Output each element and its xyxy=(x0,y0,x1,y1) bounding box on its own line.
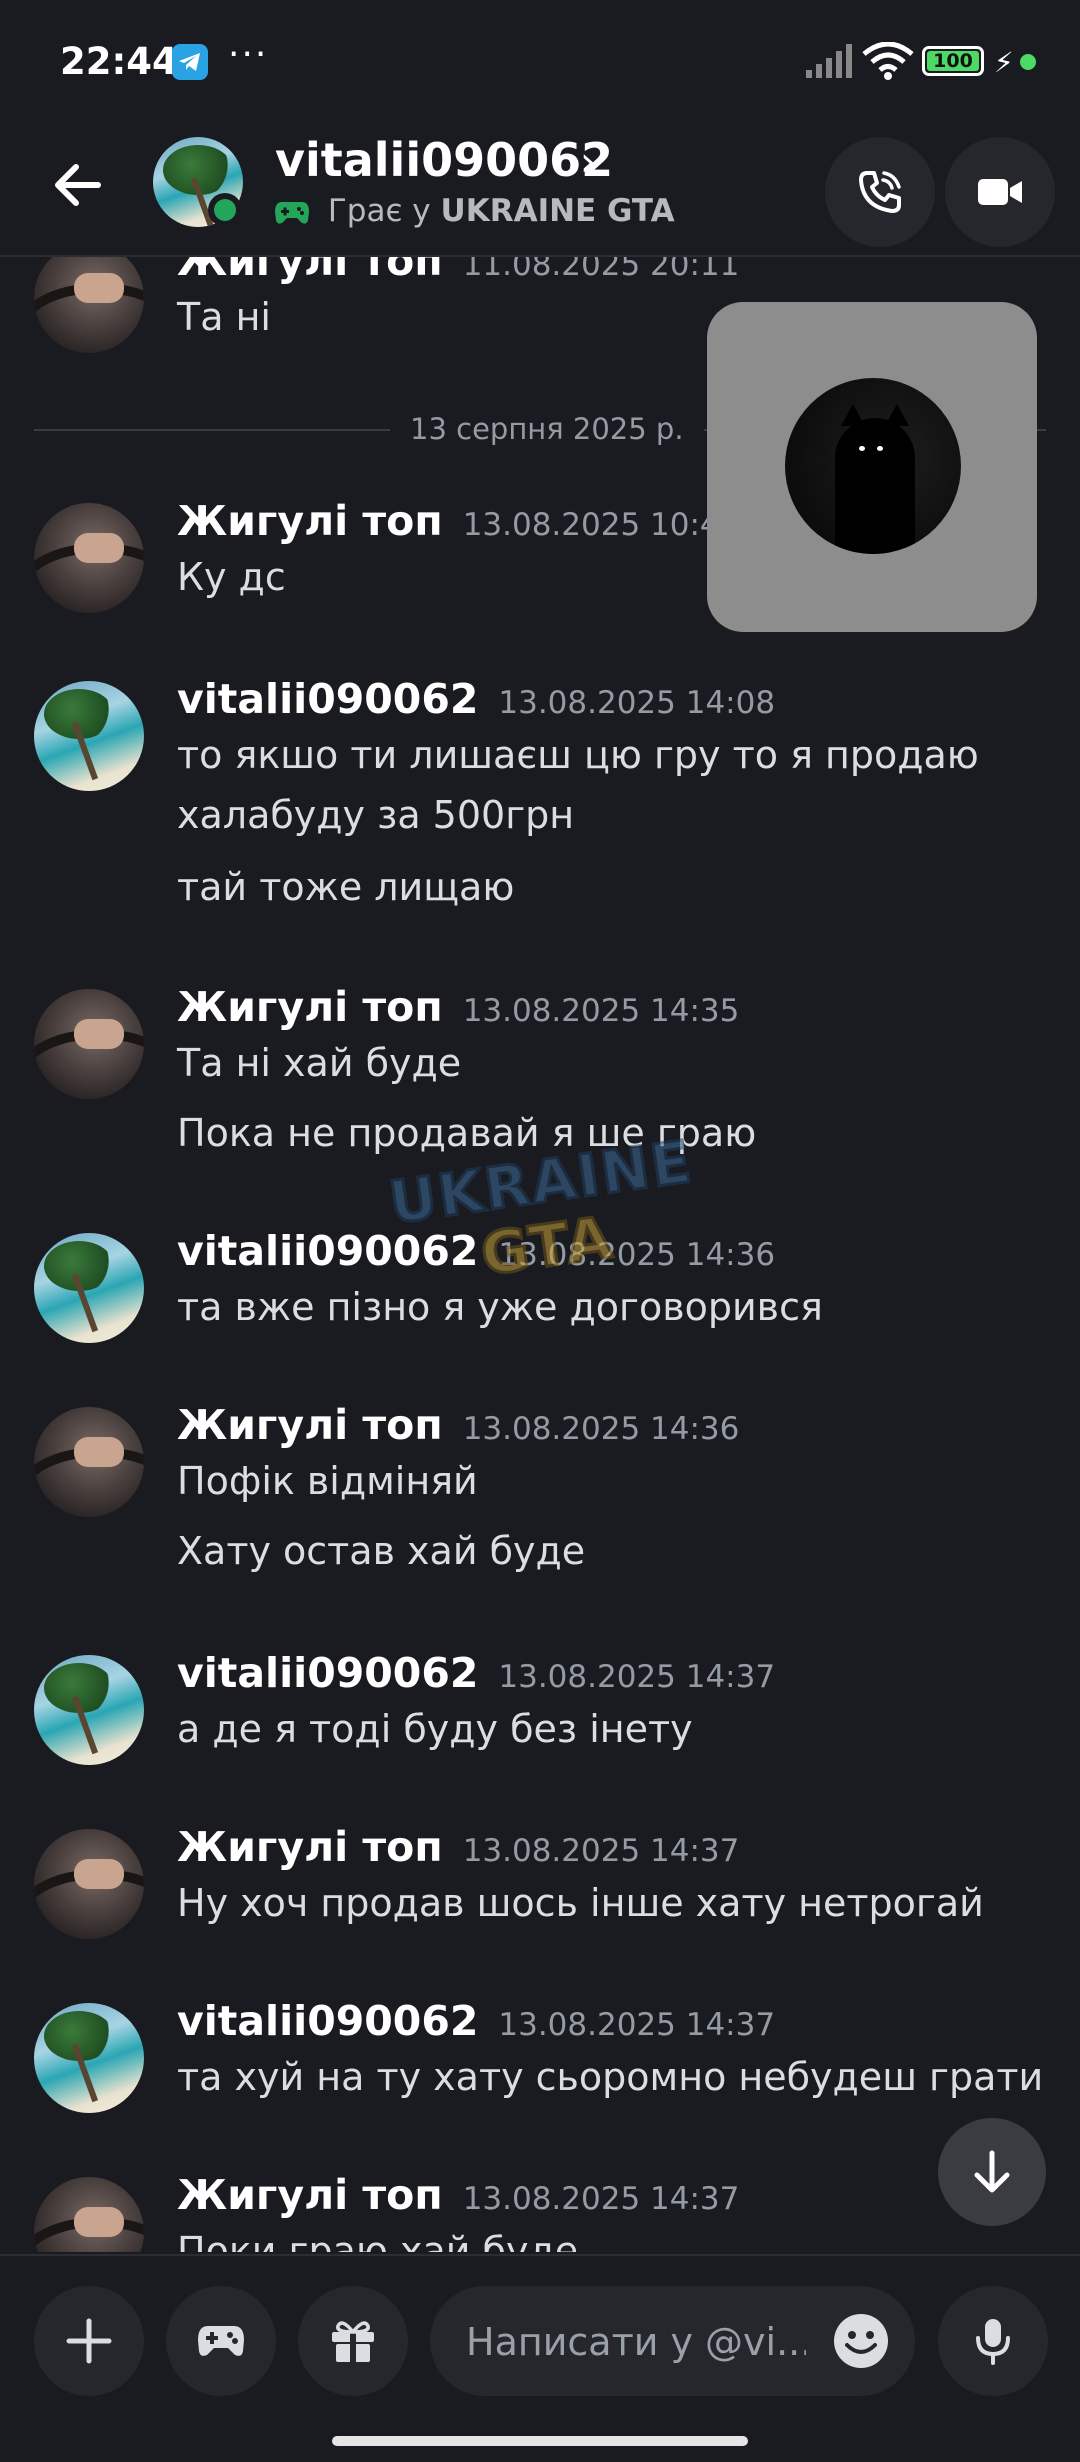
signal-icon xyxy=(806,44,852,78)
message-text[interactable]: Ну хоч продав шось інше хату нетрогай xyxy=(177,1881,984,1925)
message-avatar[interactable] xyxy=(34,2177,144,2252)
activity-game: UKRAINE GTA xyxy=(440,193,675,229)
author-name[interactable]: Жигулі топ xyxy=(177,2171,443,2219)
message-author[interactable]: vitalii090062 13.08.2025 14:37 xyxy=(177,1997,775,2045)
message-timestamp: 13.08.2025 14:37 xyxy=(462,2181,740,2217)
overlay-avatar xyxy=(785,378,961,554)
chevron-right-icon[interactable]: › xyxy=(580,139,596,185)
message-avatar[interactable] xyxy=(34,1829,144,1939)
gamepad-icon xyxy=(275,201,309,224)
phone-call-icon xyxy=(859,171,901,213)
gamepad-icon xyxy=(198,2326,244,2356)
video-call-button[interactable] xyxy=(945,137,1055,247)
author-name[interactable]: Жигулі топ xyxy=(177,983,443,1031)
message-avatar[interactable] xyxy=(34,2003,144,2113)
message-author[interactable]: Жигулі топ 13.08.2025 14:37 xyxy=(177,2171,739,2219)
header-username[interactable]: vitalii090062 xyxy=(275,133,613,187)
chat-header: vitalii090062 › Грає у UKRAINE GTA xyxy=(0,125,1080,257)
privacy-dot-icon xyxy=(1020,54,1036,70)
message-input[interactable] xyxy=(464,2286,808,2398)
wifi-icon xyxy=(862,42,914,80)
message-avatar[interactable] xyxy=(34,257,144,353)
cat-image xyxy=(835,404,915,554)
author-name[interactable]: Жигулі топ xyxy=(177,497,443,545)
message-author[interactable]: vitalii090062 13.08.2025 14:08 xyxy=(177,675,775,723)
home-indicator[interactable] xyxy=(332,2436,748,2446)
message-timestamp: 13.08.2025 14:35 xyxy=(462,993,740,1029)
message-text[interactable]: та вже пізно я уже договорився xyxy=(177,1285,823,1329)
gift-button[interactable] xyxy=(298,2286,408,2396)
message-text[interactable]: Та ні xyxy=(177,295,271,339)
activity-status: Грає у UKRAINE GTA xyxy=(274,193,675,229)
message-text[interactable]: тай тоже лищаю xyxy=(177,865,514,909)
message-text[interactable]: халабуду за 500грн xyxy=(177,793,574,837)
message-avatar[interactable] xyxy=(34,1233,144,1343)
arrow-down-icon xyxy=(974,2150,1010,2193)
message-text[interactable]: Ку дс xyxy=(177,555,286,599)
message-text[interactable]: Поки граю хай буде xyxy=(177,2229,578,2252)
author-name[interactable]: vitalii090062 xyxy=(177,1649,478,1697)
message-author[interactable]: vitalii090062 13.08.2025 14:36 xyxy=(177,1227,775,1275)
message-author[interactable]: Жигулі топ 13.08.2025 10:41 xyxy=(177,497,739,545)
message-avatar[interactable] xyxy=(34,989,144,1099)
emoji-icon[interactable] xyxy=(831,2311,891,2371)
status-bar: 22:44 ··· 100 ⚡ xyxy=(0,0,1080,125)
message-timestamp: 13.08.2025 14:36 xyxy=(498,1237,776,1273)
author-name[interactable]: Жигулі топ xyxy=(177,1823,443,1871)
message-text[interactable]: Хату остав хай буде xyxy=(177,1529,585,1573)
message-text[interactable]: то якшо ти лишаєш цю гру то я продаю xyxy=(177,733,979,777)
call-overlay-window[interactable] xyxy=(707,302,1037,632)
message-timestamp: 13.08.2025 14:36 xyxy=(462,1411,740,1447)
status-icons: 100 ⚡ xyxy=(804,42,1044,82)
message-input-wrapper xyxy=(430,2286,915,2398)
message-timestamp: 13.08.2025 14:37 xyxy=(498,1659,776,1695)
plus-icon xyxy=(66,2318,112,2364)
message-text[interactable]: Пофік відміняй xyxy=(177,1459,478,1503)
attach-button[interactable] xyxy=(34,2286,144,2396)
activities-button[interactable] xyxy=(166,2286,276,2396)
message-text[interactable]: Пока не продавай я ше граю xyxy=(177,1111,756,1155)
online-status-indicator xyxy=(208,193,242,227)
date-divider-label: 13 серпня 2025 р. xyxy=(390,412,704,446)
message-avatar[interactable] xyxy=(34,1407,144,1517)
author-name[interactable]: Жигулі топ xyxy=(177,1401,443,1449)
message-author[interactable]: vitalii090062 13.08.2025 14:37 xyxy=(177,1649,775,1697)
voice-call-button[interactable] xyxy=(825,137,935,247)
message-timestamp: 13.08.2025 14:37 xyxy=(462,1833,740,1869)
author-name[interactable]: vitalii090062 xyxy=(177,1997,478,2045)
message-author[interactable]: Жигулі топ 13.08.2025 14:35 xyxy=(177,983,739,1031)
message-composer xyxy=(0,2254,1080,2462)
video-camera-icon xyxy=(978,179,1022,205)
microphone-icon xyxy=(976,2319,1010,2365)
voice-message-button[interactable] xyxy=(938,2286,1048,2396)
message-author[interactable]: Жигулі топ 13.08.2025 14:37 xyxy=(177,1823,739,1871)
message-avatar[interactable] xyxy=(34,681,144,791)
message-avatar[interactable] xyxy=(34,503,144,613)
message-text[interactable]: а де я тоді буду без інету xyxy=(177,1707,693,1751)
message-author[interactable]: Жигулі топ 11.08.2025 20:11 xyxy=(177,257,739,285)
gift-icon xyxy=(332,2321,374,2362)
telegram-icon xyxy=(172,44,208,80)
back-arrow-icon[interactable] xyxy=(48,155,108,215)
scroll-to-bottom-button[interactable] xyxy=(938,2118,1046,2226)
battery-icon: 100 xyxy=(922,46,984,76)
battery-text: 100 xyxy=(933,50,973,72)
message-timestamp: 11.08.2025 20:11 xyxy=(462,257,740,283)
status-time: 22:44 xyxy=(60,40,178,83)
message-timestamp: 13.08.2025 14:08 xyxy=(498,685,776,721)
message-text[interactable]: та хуй на ту хату сьоромно небудеш грати xyxy=(177,2055,1043,2099)
message-text[interactable]: Та ні хай буде xyxy=(177,1041,461,1085)
activity-prefix: Грає у xyxy=(327,193,431,229)
message-timestamp: 13.08.2025 10:41 xyxy=(462,507,740,543)
message-avatar[interactable] xyxy=(34,1655,144,1765)
charging-icon: ⚡ xyxy=(994,46,1014,79)
author-name[interactable]: Жигулі топ xyxy=(177,257,443,285)
message-timestamp: 13.08.2025 14:37 xyxy=(498,2007,776,2043)
author-name[interactable]: vitalii090062 xyxy=(177,1227,478,1275)
message-author[interactable]: Жигулі топ 13.08.2025 14:36 xyxy=(177,1401,739,1449)
author-name[interactable]: vitalii090062 xyxy=(177,675,478,723)
more-notifications-icon: ··· xyxy=(228,34,269,75)
